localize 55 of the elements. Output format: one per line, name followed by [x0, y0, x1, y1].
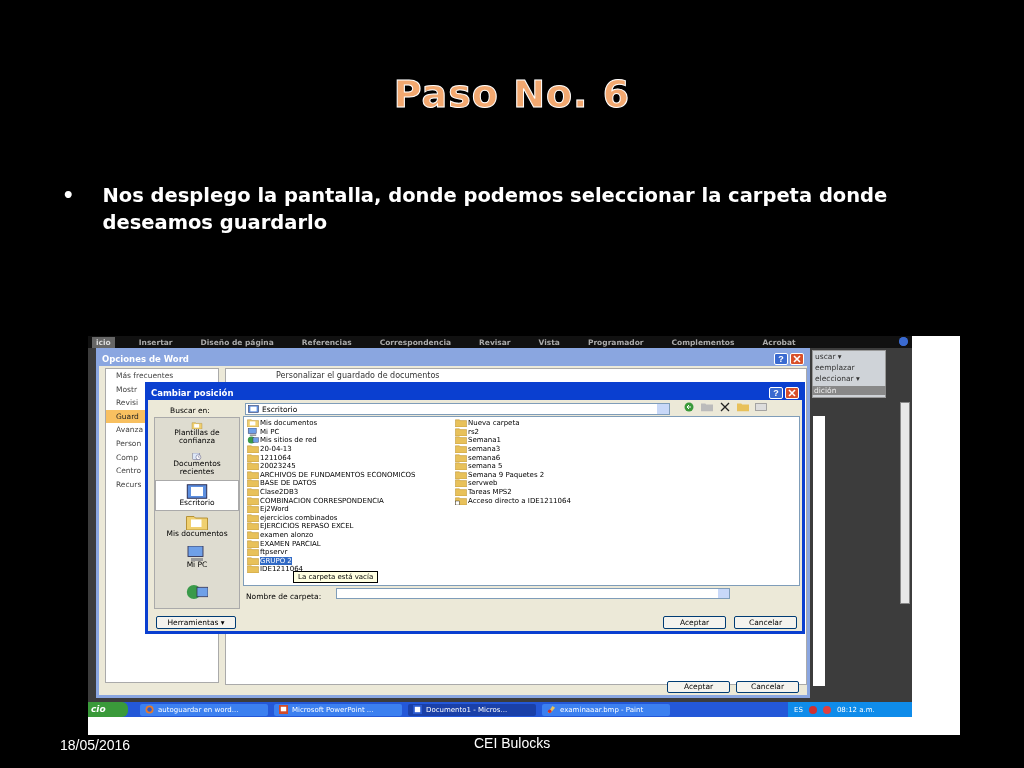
- slide-title: Paso No. 6: [392, 72, 632, 116]
- folder-icon: [247, 548, 259, 557]
- folder-icon: [455, 462, 467, 471]
- folder-icon: [247, 539, 259, 548]
- new-folder-icon[interactable]: [737, 402, 749, 412]
- close-button[interactable]: [790, 352, 804, 365]
- bullet-text: Nos desplego la pantalla, donde podemos seleccionar la carpeta donde deseamos guardarlo: [102, 183, 889, 236]
- folder-icon: [247, 556, 259, 565]
- folder-icon: [247, 505, 259, 514]
- dialog-title: Cambiar posición: [151, 387, 234, 398]
- folder-icon: [247, 513, 259, 522]
- desktop-icon: [186, 484, 208, 499]
- folder-icon: [455, 479, 467, 488]
- folder-shortcut-icon: [455, 496, 467, 505]
- document-icon: [413, 705, 422, 714]
- folder-icon: [247, 488, 259, 497]
- folder-icon: [247, 470, 259, 479]
- folder-icon: [455, 470, 467, 479]
- window-title: Opciones de Word: [102, 353, 189, 364]
- folder-name-field[interactable]: [336, 588, 730, 599]
- folder-icon: [455, 453, 467, 462]
- network-globe-icon: [247, 436, 259, 445]
- folder-icon: [247, 522, 259, 531]
- bullet-mark: •: [62, 183, 75, 209]
- presentation-icon: [279, 705, 288, 714]
- help-button[interactable]: ?: [769, 386, 783, 399]
- delete-icon[interactable]: [719, 402, 731, 412]
- scrollbar[interactable]: [900, 402, 910, 604]
- close-icon: [788, 388, 796, 397]
- help-button[interactable]: ?: [774, 352, 788, 365]
- browser-icon: [145, 705, 154, 714]
- desktop-icon: [248, 405, 259, 413]
- close-icon: [793, 354, 801, 363]
- start-button[interactable]: cio: [88, 702, 128, 717]
- folder-icon: [455, 488, 467, 497]
- paint-icon: [547, 705, 556, 714]
- close-button[interactable]: [785, 386, 799, 399]
- folder-icon: [455, 445, 467, 454]
- folder-icon: [247, 445, 259, 454]
- section-heading: Personalizar el guardado de documentos: [276, 371, 440, 380]
- folder-icon: [455, 436, 467, 445]
- folder-icon: [247, 462, 259, 471]
- folder-icon: [455, 427, 467, 436]
- slide-date: 18/05/2016: [60, 737, 131, 753]
- folder-icon: [455, 419, 467, 428]
- folder-icon: [186, 515, 208, 530]
- views-icon[interactable]: [755, 402, 767, 412]
- folder-icon: [247, 565, 259, 574]
- slide-footer: CEI Bulocks: [474, 735, 551, 751]
- folder-icon: [247, 496, 259, 505]
- back-icon[interactable]: [683, 402, 695, 412]
- folder-icon: [247, 453, 259, 462]
- network-globe-icon: [186, 584, 208, 600]
- folder-icon: [247, 479, 259, 488]
- folder-icon: [247, 419, 259, 428]
